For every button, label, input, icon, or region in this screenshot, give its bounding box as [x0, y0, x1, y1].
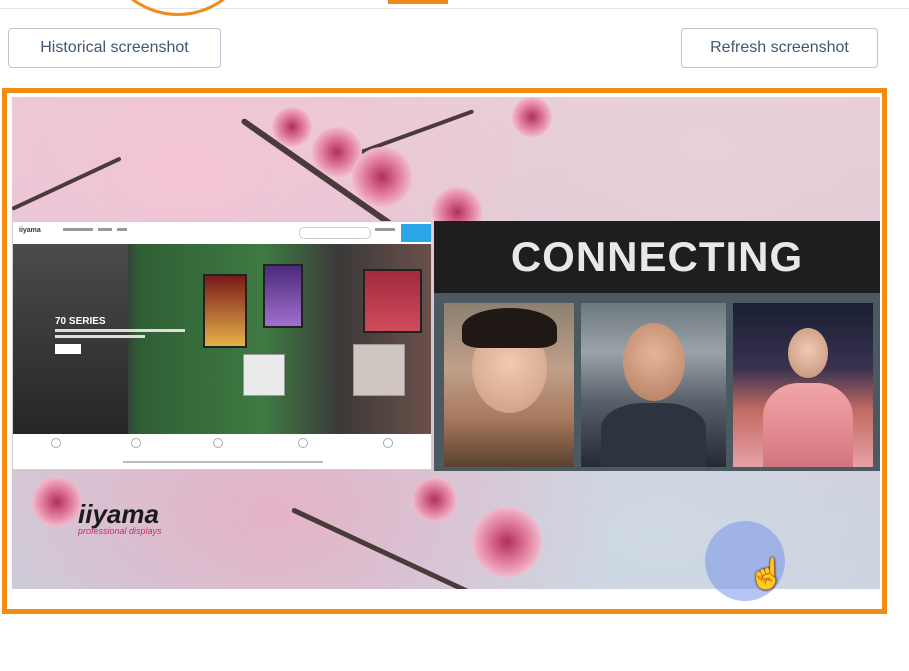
footer-icon — [383, 438, 393, 448]
hero-dark-panel — [13, 244, 128, 434]
highlight-marker — [388, 0, 448, 4]
historical-screenshot-button[interactable]: Historical screenshot — [8, 28, 221, 68]
photo-man — [581, 303, 726, 467]
website-hero: 70 SERIES — [13, 244, 431, 434]
blossom — [352, 147, 412, 207]
website-footer — [13, 434, 431, 469]
hero-button — [55, 344, 81, 354]
footer-icon — [51, 438, 61, 448]
blossom — [32, 477, 82, 527]
hero-title: 70 SERIES — [55, 316, 106, 327]
face — [623, 323, 685, 401]
blossom — [272, 107, 312, 147]
footer-icon — [298, 438, 308, 448]
photo-child — [444, 303, 574, 467]
shelf — [243, 354, 285, 396]
nav-link — [98, 228, 112, 231]
iiyama-logo: iiyama professional displays — [78, 499, 162, 536]
hair — [462, 308, 557, 348]
shelf — [353, 344, 405, 396]
website-search — [299, 227, 371, 239]
connecting-panel: CONNECTING — [434, 221, 880, 471]
nav-link — [375, 228, 395, 231]
display-poster — [363, 269, 422, 333]
hero-subtitle — [55, 335, 145, 338]
blossom — [412, 477, 457, 522]
face — [788, 328, 828, 378]
website-logo: iiyama — [19, 227, 41, 234]
blossom — [472, 507, 542, 577]
footer-icon — [213, 438, 223, 448]
nav-link — [63, 228, 93, 231]
website-cta — [401, 224, 431, 242]
refresh-screenshot-button[interactable]: Refresh screenshot — [681, 28, 878, 68]
photo-woman — [733, 303, 873, 467]
branch — [290, 507, 493, 589]
screenshot-preview: iiyama 70 SERIES CONNECTING iiyama profe… — [12, 97, 880, 589]
display-poster — [263, 264, 303, 328]
kimono — [763, 383, 853, 467]
hand-pointer-icon: ☝ — [748, 558, 786, 591]
connecting-heading: CONNECTING — [434, 221, 880, 293]
display-poster — [203, 274, 247, 348]
blossom — [512, 97, 552, 137]
branch — [12, 156, 122, 211]
website-preview: iiyama 70 SERIES — [12, 221, 432, 470]
nav-link — [117, 228, 127, 231]
footer-line — [123, 461, 323, 463]
hero-subtitle — [55, 329, 185, 332]
logo-tagline: professional displays — [78, 526, 162, 536]
website-navbar: iiyama — [13, 222, 431, 245]
footer-icon — [131, 438, 141, 448]
jacket — [601, 403, 706, 467]
